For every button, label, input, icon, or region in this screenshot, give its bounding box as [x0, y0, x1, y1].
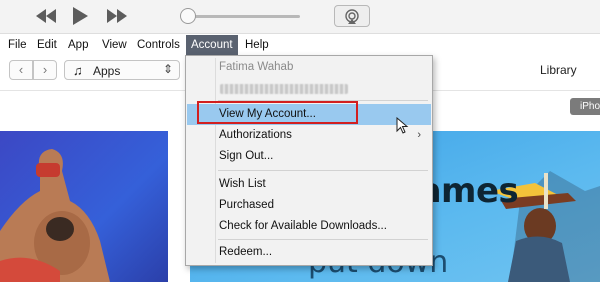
menu-item-redeem[interactable]: Redeem... — [187, 242, 431, 263]
account-user-name: Fatima Wahab — [219, 61, 294, 73]
media-type-label: Apps — [93, 64, 121, 78]
redacted-email — [220, 84, 348, 94]
wrestler-artwork — [0, 149, 110, 282]
menu-item-purchased[interactable]: Purchased — [187, 195, 431, 216]
play-icon[interactable] — [70, 6, 90, 26]
menu-item-wish-list[interactable]: Wish List — [187, 174, 431, 195]
music-note-icon: ♫ — [73, 63, 83, 78]
volume-slider-track[interactable] — [188, 15, 300, 18]
menu-controls[interactable]: Controls — [132, 35, 185, 55]
menu-edit[interactable]: Edit — [32, 35, 62, 55]
next-icon[interactable] — [105, 6, 129, 26]
previous-icon[interactable] — [34, 6, 58, 26]
highlight-callout — [197, 101, 358, 124]
menu-divider — [218, 239, 428, 240]
mouse-pointer-icon — [396, 117, 409, 134]
volume-slider-knob[interactable] — [180, 8, 196, 24]
airplay-button[interactable] — [334, 5, 370, 27]
account-menu: Fatima Wahab View My Account... Authoriz… — [185, 55, 433, 266]
library-tab[interactable]: Library — [540, 63, 577, 77]
menu-item-check-downloads[interactable]: Check for Available Downloads... — [187, 216, 431, 237]
back-button[interactable]: ‹ — [9, 60, 33, 80]
menu-divider — [218, 170, 428, 171]
menu-account[interactable]: Account — [186, 35, 238, 55]
updown-chevron-icon: ⇕ — [162, 62, 173, 76]
menu-item-sign-out[interactable]: Sign Out... — [187, 146, 431, 167]
player-bar — [0, 0, 600, 34]
media-type-select[interactable]: ♫ Apps ⇕ — [64, 60, 180, 80]
menu-item-label: Authorizations — [219, 129, 292, 141]
menubar: File Edit App View Controls Account Help — [0, 35, 600, 55]
device-chip[interactable]: iPho — [570, 98, 600, 115]
forward-button[interactable]: › — [33, 60, 57, 80]
featured-banner-left[interactable] — [0, 131, 168, 282]
airplay-icon — [345, 9, 359, 24]
account-email — [187, 78, 431, 99]
submenu-arrow-icon: › — [417, 129, 421, 141]
menu-item-authorizations[interactable]: Authorizations › — [187, 125, 431, 146]
menu-help[interactable]: Help — [240, 35, 274, 55]
menu-app[interactable]: App — [63, 35, 93, 55]
menu-view[interactable]: View — [97, 35, 132, 55]
menu-file[interactable]: File — [3, 35, 32, 55]
